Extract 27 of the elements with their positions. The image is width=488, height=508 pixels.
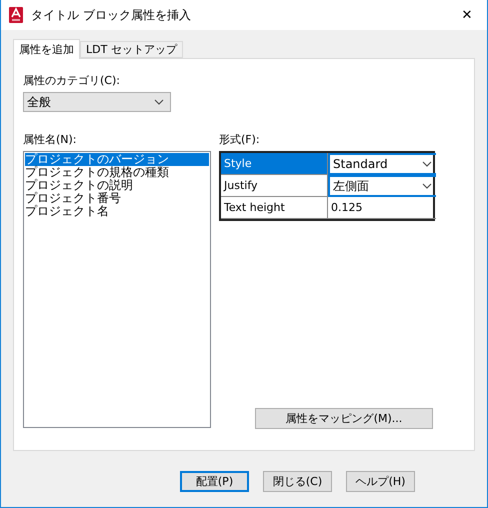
- property-dropdown[interactable]: Standard: [328, 153, 436, 175]
- chevron-down-icon: [422, 161, 432, 167]
- property-name[interactable]: Justify: [221, 175, 328, 197]
- app-logo-icon: [9, 7, 23, 23]
- chevron-down-icon: [154, 99, 164, 105]
- chevron-down-icon: [422, 183, 432, 189]
- map-attributes-button[interactable]: 属性をマッピング(M)...: [255, 408, 433, 429]
- property-dropdown[interactable]: 左側面: [328, 175, 436, 197]
- list-item[interactable]: プロジェクトのバージョン: [25, 153, 209, 166]
- property-name[interactable]: Text height: [221, 197, 328, 219]
- property-value[interactable]: 0.125: [328, 197, 436, 219]
- dialog-button[interactable]: 配置(P): [180, 471, 249, 492]
- window-title: タイトル ブロック属性を挿入: [31, 6, 192, 24]
- property-name[interactable]: Style: [221, 153, 328, 175]
- close-button[interactable]: ✕: [447, 0, 487, 30]
- dialog-button[interactable]: 閉じる(C): [263, 471, 332, 492]
- list-item[interactable]: プロジェクトの説明: [25, 179, 209, 192]
- list-item[interactable]: プロジェクト名: [25, 205, 209, 218]
- list-item[interactable]: プロジェクト番号: [25, 192, 209, 205]
- format-label: 形式(F):: [219, 132, 260, 147]
- category-label: 属性のカテゴリ(C):: [23, 73, 120, 88]
- category-dropdown[interactable]: 全般: [23, 92, 171, 112]
- attribute-names-label: 属性名(N):: [23, 132, 77, 147]
- tab[interactable]: LDT セットアップ: [80, 41, 183, 58]
- list-item[interactable]: プロジェクトの規格の種類: [25, 166, 209, 179]
- tab[interactable]: 属性を追加: [13, 39, 80, 59]
- dialog-button[interactable]: ヘルプ(H): [346, 471, 415, 492]
